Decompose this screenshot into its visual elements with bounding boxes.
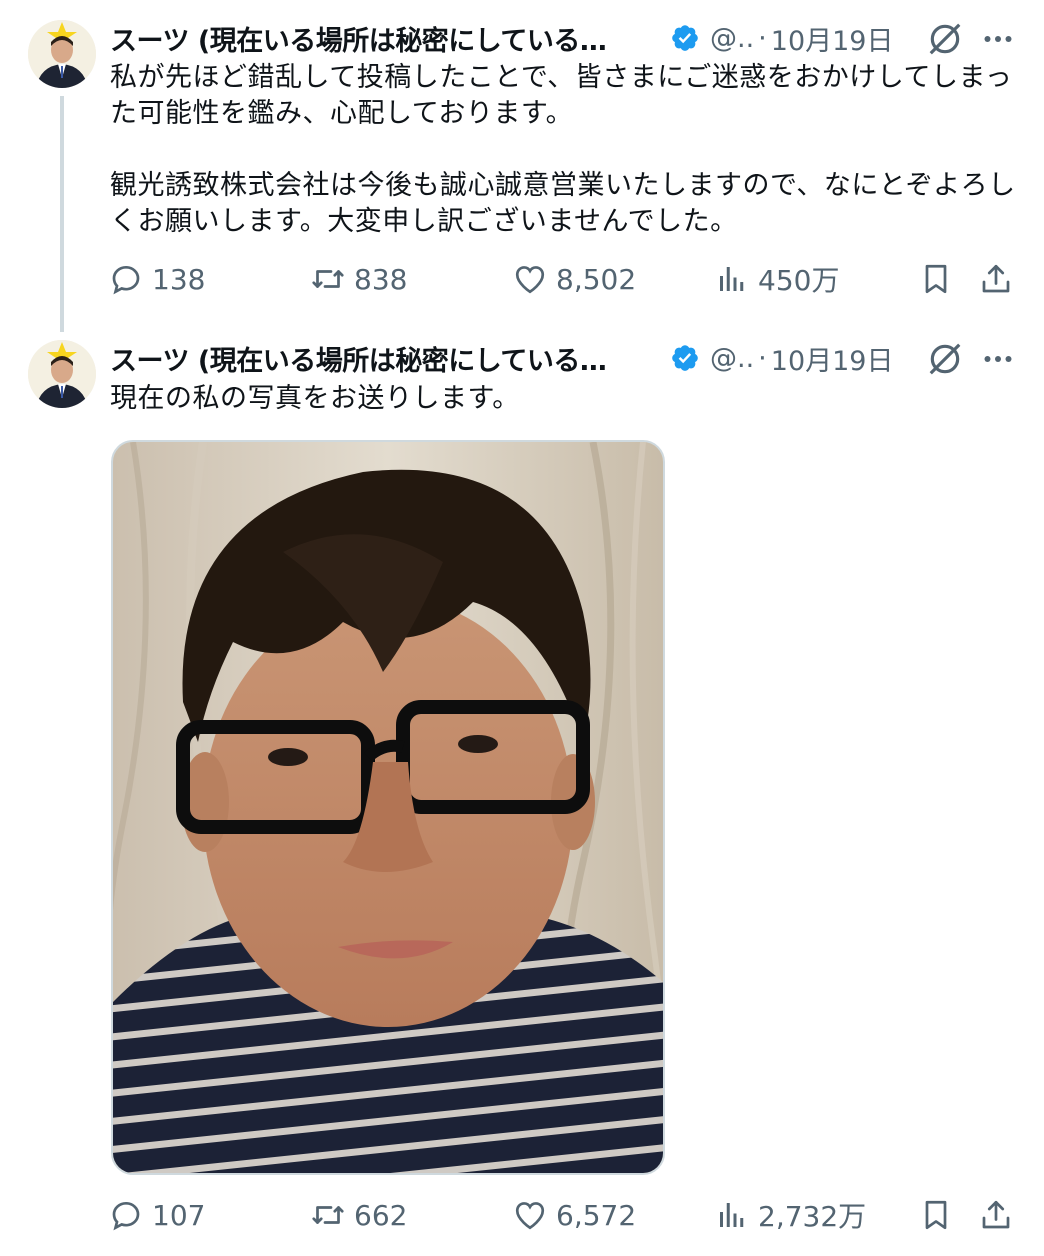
heart-icon [515,266,545,294]
retweet-icon [312,270,344,288]
author-handle[interactable]: @.. [710,23,754,54]
reply-button[interactable]: 107 [108,1193,205,1237]
reply-button[interactable]: 138 [108,257,205,301]
retweet-button[interactable]: 838 [310,257,407,301]
tweet-2[interactable]: スーツ (現在いる場所は秘密にしている… @.. · 10月19日 現在の私の写… [0,320,1044,1256]
tweet-date[interactable]: 10月19日 [771,339,894,378]
bookmark-icon [925,264,947,294]
tweet-photo[interactable] [111,440,665,1175]
tweet-text: 現在の私の写真をお送りします。 [110,383,520,414]
share-button[interactable] [978,1193,1014,1237]
share-icon [982,264,1010,293]
tweet-header: スーツ (現在いる場所は秘密にしている… @.. · 10月19日 [110,338,893,378]
separator-dot: · [758,22,767,54]
views-button[interactable]: 450万 [714,257,839,301]
verified-badge-icon [670,343,700,373]
reply-icon [112,1201,140,1231]
reply-count: 138 [152,262,206,296]
retweet-count: 838 [354,262,408,296]
retweet-icon [312,1206,344,1224]
thread-line [60,96,64,332]
avatar[interactable] [28,340,96,408]
views-count: 2,732万 [758,1200,867,1233]
reply-count: 107 [152,1198,206,1232]
tweet-actions: 138 838 8,502 450万 [108,257,1020,301]
bookmark-icon [925,1200,947,1230]
bookmark-button[interactable] [918,1193,954,1237]
like-button[interactable]: 8,502 [512,257,636,301]
share-icon [982,1200,1010,1229]
author-name[interactable]: スーツ (現在いる場所は秘密にしている… [110,339,662,378]
like-count: 8,502 [556,262,637,296]
views-count: 450万 [758,264,840,297]
grok-icon[interactable] [926,20,964,58]
tweet-text: 私が先ほど錯乱して投稿したことで、皆さまにご迷惑をおかけしてしまった可能性を鑑み… [110,62,1016,237]
tweet-actions: 107 662 6,572 2,732万 [108,1193,1020,1237]
views-icon [720,267,744,291]
author-name[interactable]: スーツ (現在いる場所は秘密にしている… [110,19,662,58]
tweet-1[interactable]: スーツ (現在いる場所は秘密にしている… @.. · 10月19日 私が先ほど錯… [0,0,1044,332]
separator-dot: · [758,342,767,374]
tweet-date[interactable]: 10月19日 [771,19,894,58]
retweet-count: 662 [354,1198,408,1232]
like-button[interactable]: 6,572 [512,1193,636,1237]
retweet-button[interactable]: 662 [310,1193,407,1237]
grok-icon[interactable] [926,340,964,378]
avatar[interactable] [28,20,96,88]
heart-icon [515,1202,545,1230]
tweet-header: スーツ (現在いる場所は秘密にしている… @.. · 10月19日 [110,18,893,58]
more-icon[interactable] [980,21,1016,57]
bookmark-button[interactable] [918,257,954,301]
more-icon[interactable] [980,341,1016,377]
like-count: 6,572 [556,1198,637,1232]
verified-badge-icon [670,23,700,53]
views-button[interactable]: 2,732万 [714,1193,866,1237]
views-icon [720,1203,744,1227]
author-handle[interactable]: @.. [710,343,754,374]
reply-icon [112,265,140,295]
share-button[interactable] [978,257,1014,301]
